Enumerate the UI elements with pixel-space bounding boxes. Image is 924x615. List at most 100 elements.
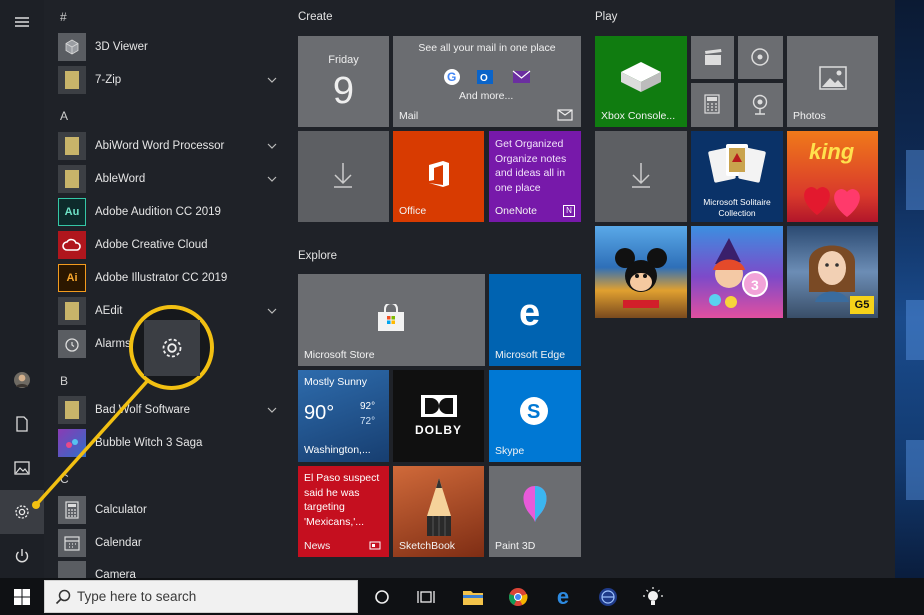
office-icon <box>429 161 449 187</box>
tile-office[interactable]: Office <box>393 131 484 222</box>
lightbulb-icon <box>643 586 663 605</box>
g5-badge: G5 <box>850 296 874 314</box>
settings-callout-tile <box>143 319 200 376</box>
list-item-7-zip[interactable]: 7-Zip <box>58 65 284 95</box>
chevron-down-icon <box>267 143 277 149</box>
tile-sketchbook[interactable]: SketchBook <box>393 466 484 557</box>
webcam-icon <box>752 94 768 115</box>
start-button[interactable] <box>4 578 40 615</box>
tile-microsoft-store[interactable]: Microsoft Store <box>298 274 485 366</box>
svg-text:G: G <box>447 70 456 84</box>
candy-hearts-icon <box>804 187 860 217</box>
tile-skype[interactable]: S Skype <box>489 370 581 462</box>
tile-microsoft-edge[interactable]: e Microsoft Edge <box>489 274 581 366</box>
list-item-calendar[interactable]: Calendar <box>58 528 284 558</box>
tile-solitaire[interactable]: Microsoft Solitaire Collection <box>691 131 783 222</box>
folder-icon <box>58 297 86 325</box>
music-disc-icon <box>751 48 769 66</box>
tile-dolby[interactable]: DOLBY <box>393 370 484 462</box>
list-item-adobe-illustrator[interactable]: Ai Adobe Illustrator CC 2019 <box>58 263 284 293</box>
windows-logo-icon <box>14 588 30 605</box>
tile-weather[interactable]: Mostly Sunny 90° 92° 72° Washington,... <box>298 370 389 462</box>
list-item-adobe-audition[interactable]: Au Adobe Audition CC 2019 <box>58 197 284 227</box>
list-item-adobe-creative-cloud[interactable]: Adobe Creative Cloud <box>58 230 284 260</box>
list-item-bad-wolf-software[interactable]: Bad Wolf Software <box>58 395 284 425</box>
calendar-day: Friday <box>328 54 359 66</box>
list-item-abiword[interactable]: AbiWord Word Processor <box>58 131 284 161</box>
pictures-button[interactable] <box>0 446 44 490</box>
group-title-explore[interactable]: Explore <box>298 250 337 262</box>
tips-app-button[interactable] <box>635 578 671 615</box>
tile-download-placeholder-play[interactable] <box>595 131 687 222</box>
taskbar: Type here to search e <box>0 578 924 615</box>
app-name: Alarms <box>95 338 131 350</box>
weather-high: 92° <box>360 401 376 412</box>
documents-button[interactable] <box>0 402 44 446</box>
chevron-down-icon <box>267 407 277 413</box>
weather-low: 72° <box>360 416 376 427</box>
news-headline: El Paso suspect said he was targeting 'M… <box>304 472 380 528</box>
list-item-3d-viewer[interactable]: 3D Viewer <box>58 32 284 62</box>
tile-label: News <box>304 540 331 552</box>
letter-header-b[interactable]: B <box>60 374 68 388</box>
tile-onenote[interactable]: Get Organized Organize notes and ideas a… <box>489 131 581 222</box>
user-account-button[interactable] <box>0 358 44 402</box>
tile-photos[interactable]: Photos <box>787 36 878 127</box>
edge-icon: e <box>556 583 570 609</box>
dolby-logo-icon <box>421 395 457 417</box>
tile-groove-music[interactable] <box>738 36 783 79</box>
chrome-button[interactable] <box>500 578 536 615</box>
letter-header-a[interactable]: A <box>60 109 68 123</box>
illustrator-icon: Ai <box>58 264 86 292</box>
hamburger-icon <box>15 17 29 27</box>
tile-download-placeholder[interactable] <box>298 131 389 222</box>
mail-more: And more... <box>459 90 514 102</box>
tile-disney-magic-kingdoms[interactable] <box>595 226 687 318</box>
tile-g5-game[interactable]: G5 <box>787 226 878 318</box>
settings-button[interactable] <box>0 490 44 534</box>
tile-xbox-console[interactable]: Xbox Console... <box>595 36 687 127</box>
gear-icon <box>162 338 181 357</box>
tile-label: Microsoft Store <box>304 349 375 361</box>
tile-calculator[interactable] <box>691 83 734 127</box>
svg-text:3: 3 <box>751 277 759 293</box>
tile-label: Paint 3D <box>495 540 536 552</box>
clapperboard-icon <box>705 49 722 65</box>
search-placeholder: Type here to search <box>77 589 197 604</box>
hamburger-menu-button[interactable] <box>0 0 44 44</box>
list-item-calculator[interactable]: Calculator <box>58 495 284 525</box>
task-view-button[interactable] <box>408 578 444 615</box>
letter-header-c[interactable]: C <box>60 472 69 486</box>
file-explorer-button[interactable] <box>455 578 491 615</box>
tile-label: OneNote <box>495 205 538 217</box>
cortana-button[interactable] <box>364 578 400 615</box>
app-name: Bad Wolf Software <box>95 404 191 416</box>
list-item-ableword[interactable]: AbleWord <box>58 164 284 194</box>
app-name: AEdit <box>95 305 123 317</box>
vpn-app-button[interactable] <box>590 578 626 615</box>
tile-king-game[interactable]: king <box>787 131 878 222</box>
power-button[interactable] <box>0 534 44 578</box>
tile-paint-3d[interactable]: Paint 3D <box>489 466 581 557</box>
tile-calendar[interactable]: Friday 9 <box>298 36 389 127</box>
news-icon <box>369 541 381 550</box>
edge-taskbar-button[interactable]: e <box>545 578 581 615</box>
edge-icon: e <box>519 292 541 334</box>
download-arrow-icon <box>334 163 352 188</box>
group-title-create[interactable]: Create <box>298 11 333 23</box>
folder-icon <box>58 396 86 424</box>
tile-bubble-witch-3[interactable]: 3 <box>691 226 783 318</box>
gear-icon <box>15 505 29 519</box>
tile-mail[interactable]: See all your mail in one place G O And m… <box>393 36 581 127</box>
folder-icon <box>58 165 86 193</box>
tile-movies-tv[interactable] <box>691 36 734 79</box>
tile-news[interactable]: El Paso suspect said he was targeting 'M… <box>298 466 389 557</box>
tile-camera[interactable] <box>738 83 783 127</box>
group-title-play[interactable]: Play <box>595 11 617 23</box>
bubble-witch-icon <box>58 429 86 457</box>
letter-header-hash[interactable]: # <box>60 10 67 24</box>
list-item-bubble-witch[interactable]: Bubble Witch 3 Saga <box>58 428 284 458</box>
taskbar-search-box[interactable]: Type here to search <box>44 580 358 613</box>
list-item-camera[interactable]: Camera <box>58 561 284 578</box>
app-name: Calculator <box>95 504 147 516</box>
